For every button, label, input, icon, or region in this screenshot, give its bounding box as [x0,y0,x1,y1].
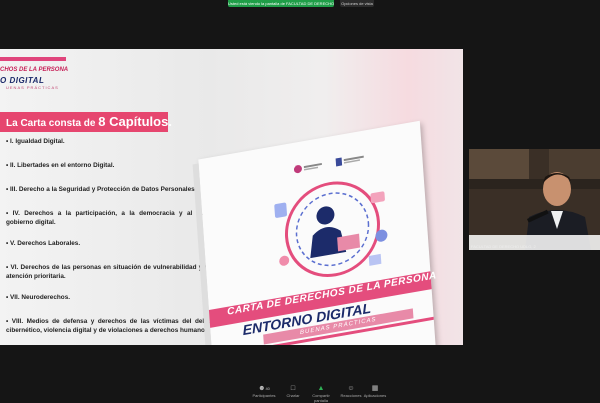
chapter-item: • II. Libertades en el entorno Digital. [6,162,115,169]
participant-video[interactable]: FACULTAD DE DERECHO UDLG, 2 [469,149,600,250]
heading-prefix: La Carta consta de [6,118,99,129]
chapter-item: • I. Igualdad Digital. [6,138,65,145]
share-screen-button[interactable]: ▲ Compartir pantalla [306,385,336,403]
chapter-item: • VI. Derechos de las personas en situac… [6,264,212,280]
share-screen-icon: ▲ [317,385,325,392]
participant-name: FACULTAD DE DERECHO UDLG, 2 [471,244,536,249]
digital-person-illustration [274,181,388,277]
speaker-video-frame [469,149,600,250]
heading-count: 8 Capítulos. [98,114,172,129]
shared-screen: CHOS DE LA PERSONA O DIGITAL UENAS PRÁCT… [0,49,463,345]
share-screen-label: Compartir pantalla [312,393,330,403]
chapter-item: • VIII. Medios de defensa y derechos de … [6,318,212,334]
chat-icon: □ [290,385,296,392]
chapter-item: • III. Derecho a la Seguridad y Protecci… [6,186,197,193]
view-options-button[interactable]: Opciones de vista [340,0,374,7]
logo-line1: CHOS DE LA PERSONA [0,67,69,73]
chat-button[interactable]: □ Charlar [278,385,308,398]
participants-icon: ☻40 [258,385,270,392]
slide-logo: CHOS DE LA PERSONA O DIGITAL UENAS PRÁCT… [0,53,72,90]
chapter-item: • V. Derechos Laborales. [6,240,81,247]
charter-book-cover: CARTA DE DERECHOS DE LA PERSONA ENTORNO … [192,120,437,345]
screen-share-banner[interactable]: Usted está viendo la pantalla de FACULTA… [228,0,334,7]
reactions-label: Reacciones [340,393,362,398]
logo-line2: O DIGITAL [0,76,45,85]
top-bar: Usted está viendo la pantalla de FACULTA… [0,0,600,8]
participants-button[interactable]: ☻40 Participantes [249,385,279,398]
apps-icon: ▦ [371,385,379,392]
participants-count: 40 [265,386,270,391]
chat-label: Charlar [286,393,300,398]
apps-label: Aplicaciones [363,393,387,398]
logo-line3: UENAS PRÁCTICAS [6,85,59,90]
logo-stripe [0,57,66,61]
participants-label: Participantes [252,393,276,398]
slide-heading: La Carta consta de 8 Capítulos. [0,112,172,132]
apps-button[interactable]: ▦ Aplicaciones [360,385,390,398]
chapter-item: • VII. Neuroderechos. [6,294,71,301]
meeting-toolbar: ☻40 Participantes □ Charlar ▲ Compartir … [0,384,600,403]
chapter-item: • IV. Derechos a la participación, a la … [6,210,212,226]
